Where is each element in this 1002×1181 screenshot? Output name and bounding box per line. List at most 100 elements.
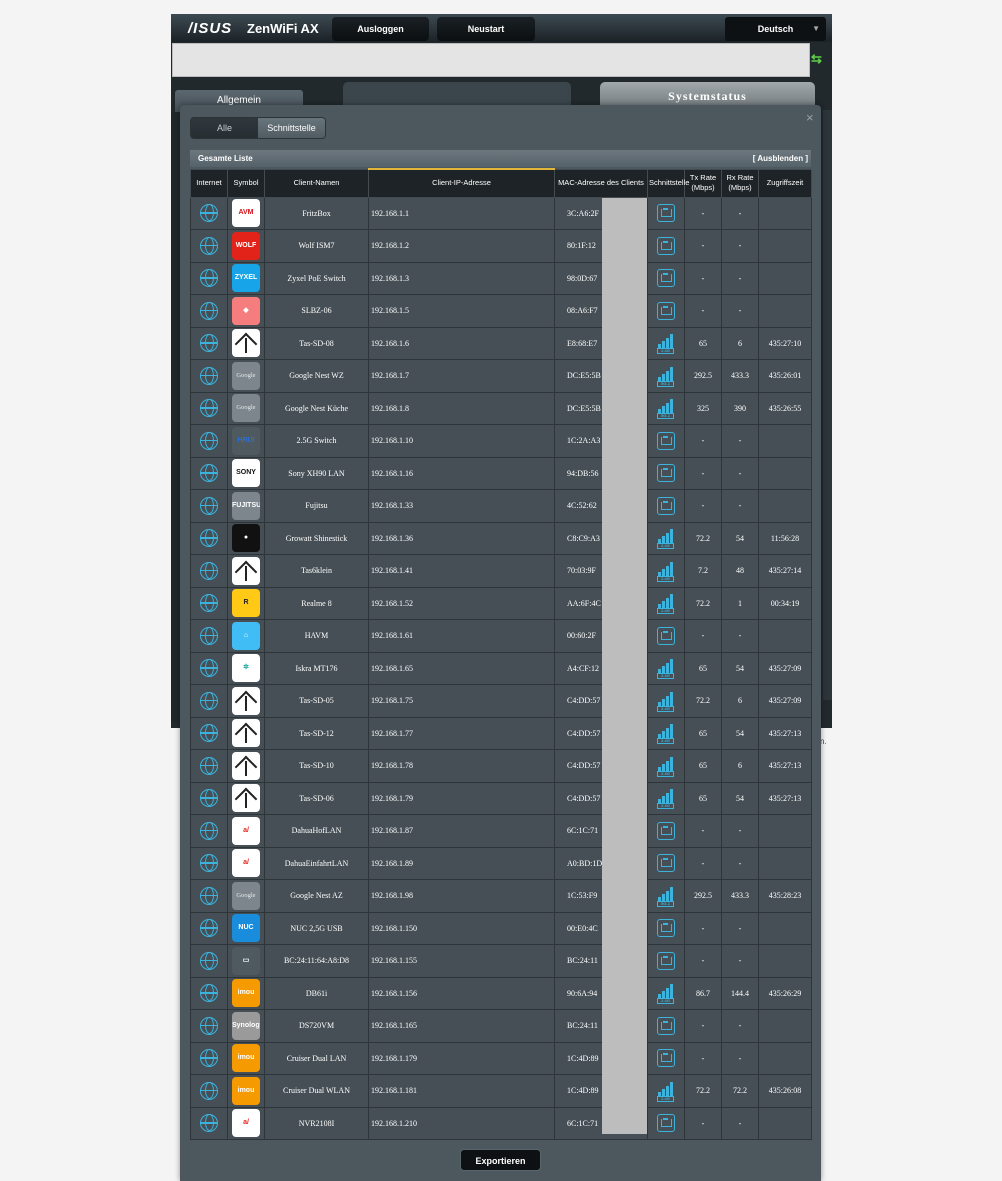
imou-icon[interactable]: imou — [232, 979, 260, 1008]
client-name[interactable]: Cruiser Dual LAN — [264, 1041, 369, 1075]
connection-status-icon[interactable]: ⇆ — [811, 51, 822, 67]
table-row[interactable]: a/NVR2108I 192.168.1.210 6C:1C:71- - — [190, 1106, 812, 1140]
globe-icon[interactable] — [200, 366, 218, 385]
table-row[interactable]: NUC NUC 2,5G USB 192.168.1.150 00:E0:4C - - — [190, 911, 812, 945]
col-symbol[interactable]: Symbol — [227, 168, 265, 198]
col-interface[interactable]: Schnittstelle — [647, 168, 689, 198]
globe-icon[interactable] — [200, 919, 218, 938]
hide-list-link[interactable]: [ Ausblenden ] — [753, 150, 808, 167]
client-name[interactable]: DahuaHofLAN — [264, 814, 369, 848]
globe-icon[interactable] — [200, 1114, 218, 1133]
globe-icon[interactable] — [200, 236, 218, 255]
client-name[interactable]: Google Nest AZ — [264, 879, 369, 913]
globe-icon[interactable] — [200, 1049, 218, 1068]
sony-icon[interactable]: SONY — [232, 459, 260, 488]
globe-icon[interactable] — [200, 821, 218, 840]
table-row[interactable]: imou DB61i 192.168.1.156 90:6A:94 2.4G 86.7 14… — [190, 976, 812, 1010]
globe-icon[interactable] — [200, 951, 218, 970]
client-name[interactable]: DB61i — [264, 976, 369, 1010]
table-row[interactable]: Google Google Nest Küche 192.168.1.8 DC:E5:… — [190, 391, 812, 425]
globe-icon[interactable] — [200, 301, 218, 320]
client-name[interactable]: Cruiser Dual WLAN — [264, 1074, 369, 1108]
globe-icon[interactable] — [200, 399, 218, 418]
export-button[interactable]: Exportieren — [460, 1149, 541, 1171]
client-name[interactable]: Tas-SD-06 — [264, 781, 369, 815]
table-row[interactable]: WOLF Wolf ISM7 192.168.1.2 80:1F:12- - — [190, 229, 812, 263]
wolf-icon[interactable]: WOLF — [232, 231, 260, 260]
close-icon[interactable]: × — [806, 110, 814, 125]
table-row[interactable]: Google Google Nest AZ 192.168.1.98 1C:53:F9… — [190, 879, 812, 913]
table-row[interactable]: ⌂ HAVM 192.168.1.61 00:60:2F - - — [190, 619, 812, 653]
table-row[interactable]: R Realme 8 192.168.1.52 AA:6F:4C 2.4G 72.2 1 00… — [190, 586, 812, 620]
col-mac[interactable]: MAC-Adresse des Clients — [554, 168, 648, 198]
google-icon[interactable]: Google — [232, 394, 260, 423]
globe-icon[interactable] — [200, 1016, 218, 1035]
table-row[interactable]: Google Google Nest WZ 192.168.1.7 DC:E5:5B 5… — [190, 359, 812, 393]
globe-icon[interactable] — [200, 756, 218, 775]
client-name[interactable]: HAVM — [264, 619, 369, 653]
synology-icon[interactable]: Synology — [232, 1011, 260, 1040]
tasmota-icon[interactable] — [232, 329, 260, 358]
table-row[interactable]: ✲ Iskra MT176 192.168.1.65 A4:CF:12 2.4G 65 54… — [190, 651, 812, 685]
client-name[interactable]: DahuaEinfahrtLAN — [264, 846, 369, 880]
globe-icon[interactable] — [200, 594, 218, 613]
table-row[interactable]: Tas6klein 192.168.1.41 70:03:9F 2.4G 7.2 48 43… — [190, 554, 812, 588]
iskra-icon[interactable]: ✲ — [232, 654, 260, 683]
client-name[interactable]: Google Nest Küche — [264, 391, 369, 425]
google-icon[interactable]: Google — [232, 361, 260, 390]
dahua-icon[interactable]: a/ — [232, 816, 260, 845]
client-name[interactable]: DS720VM — [264, 1009, 369, 1043]
globe-icon[interactable] — [200, 789, 218, 808]
dahua-icon[interactable]: a/ — [232, 1109, 260, 1138]
globe-icon[interactable] — [200, 334, 218, 353]
table-row[interactable]: SynologyDS720VM192.168.1.165BC:24:11-- — [190, 1009, 812, 1043]
tasmota-icon[interactable] — [232, 556, 260, 585]
globe-icon[interactable] — [200, 626, 218, 645]
device-icon[interactable]: ▭ — [232, 946, 260, 975]
globe-icon[interactable] — [200, 984, 218, 1003]
globe-icon[interactable] — [200, 464, 218, 483]
globe-icon[interactable] — [200, 1081, 218, 1100]
globe-icon[interactable] — [200, 496, 218, 515]
globe-icon[interactable] — [200, 659, 218, 678]
client-name[interactable]: Tas-SD-08 — [264, 326, 369, 360]
filter-all-button[interactable]: Alle — [191, 118, 258, 138]
globe-icon[interactable] — [200, 724, 218, 743]
client-name[interactable]: Tas-SD-12 — [264, 716, 369, 750]
col-internet[interactable]: Internet — [190, 168, 228, 198]
growatt-icon[interactable]: ● — [232, 524, 260, 553]
table-row[interactable]: ▭ BC:24:11:64:A8:D8 192.168.1.155 BC:24:11-… — [190, 944, 812, 978]
table-row[interactable]: a/DahuaEinfahrtLAN 192.168.1.89 A0:BD:1D - - — [190, 846, 812, 880]
client-name[interactable]: NVR2108I — [264, 1106, 369, 1140]
imou-icon[interactable]: imou — [232, 1044, 260, 1073]
client-name[interactable]: Google Nest WZ — [264, 359, 369, 393]
client-name[interactable]: 2.5G Switch — [264, 424, 369, 458]
hrui-icon[interactable]: HRUI — [232, 426, 260, 455]
client-name[interactable]: NUC 2,5G USB — [264, 911, 369, 945]
client-name[interactable]: Iskra MT176 — [264, 651, 369, 685]
client-name[interactable]: Tas-SD-10 — [264, 749, 369, 783]
col-client-name[interactable]: Client-Namen — [264, 168, 369, 198]
globe-icon[interactable] — [200, 269, 218, 288]
dahua-icon[interactable]: a/ — [232, 849, 260, 878]
globe-icon[interactable] — [200, 529, 218, 548]
table-row[interactable]: ● Growatt Shinestick 192.168.1.36 C8:C9:A3 2… — [190, 521, 812, 555]
globe-icon[interactable] — [200, 204, 218, 223]
table-row[interactable]: SONY Sony XH90 LAN 192.168.1.16 94:DB:56- - — [190, 456, 812, 490]
table-row[interactable]: a/DahuaHofLAN 192.168.1.87 6C:1C:71- - — [190, 814, 812, 848]
globe-icon[interactable] — [200, 886, 218, 905]
slbz-icon[interactable]: ◆ — [232, 296, 260, 325]
col-access-time[interactable]: Zugriffszeit — [758, 168, 812, 198]
col-client-ip[interactable]: Client-IP-Adresse — [368, 168, 555, 198]
restart-button[interactable]: Neustart — [437, 17, 535, 41]
col-rx-rate[interactable]: Rx Rate (Mbps) — [721, 168, 759, 198]
client-name[interactable]: Tas6klein — [264, 554, 369, 588]
globe-icon[interactable] — [200, 691, 218, 710]
table-row[interactable]: Tas-SD-05 192.168.1.75 C4:DD:57 2.4G 72.2 6 43… — [190, 684, 812, 718]
tasmota-icon[interactable] — [232, 751, 260, 780]
language-select[interactable]: Deutsch ▼ — [725, 17, 826, 41]
client-name[interactable]: SLBZ-06 — [264, 294, 369, 328]
col-tx-rate[interactable]: Tx Rate (Mbps) — [684, 168, 722, 198]
client-name[interactable]: Sony XH90 LAN — [264, 456, 369, 490]
logout-button[interactable]: Ausloggen — [332, 17, 429, 41]
